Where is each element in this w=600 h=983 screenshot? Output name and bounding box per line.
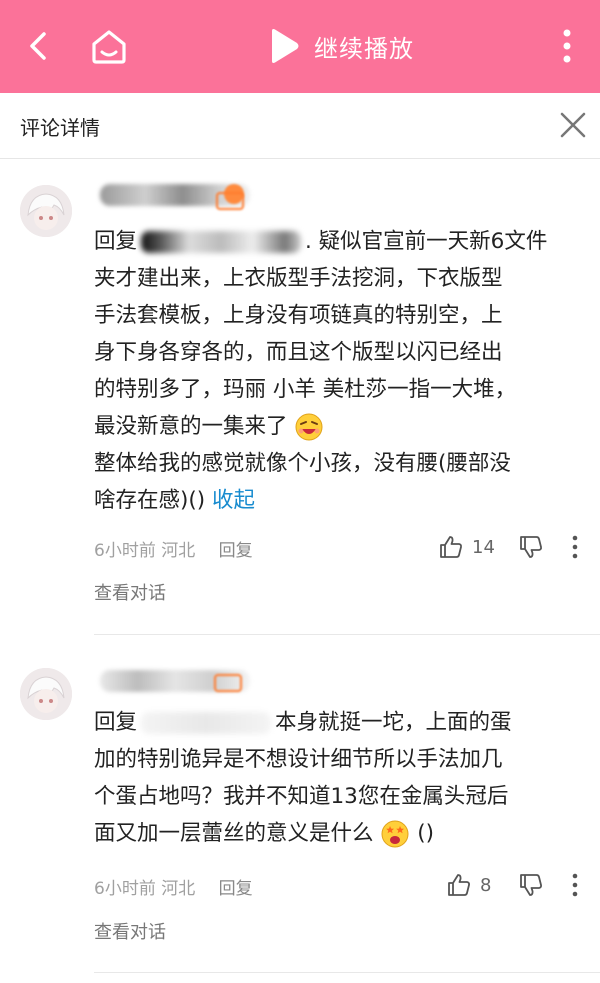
timestamp: 6小时前 [94, 879, 156, 899]
level-badge [214, 674, 242, 692]
continue-play-label: 继续播放 [314, 34, 414, 63]
comment-line: 面又加一层蕾丝的意义是什么 [94, 821, 374, 846]
view-conversation-link[interactable]: 查看对话 [94, 579, 166, 605]
like-button[interactable]: 8 [446, 872, 491, 898]
divider [94, 634, 600, 635]
reply-button[interactable]: 回复 [219, 879, 253, 899]
comment-line: 个蛋占地吗？我并不知道13您在金属头冠后 [94, 784, 509, 809]
thumbs-up-icon [448, 874, 470, 896]
more-vertical-icon[interactable] [552, 26, 582, 66]
like-button[interactable]: 14 [438, 534, 495, 560]
reply-button[interactable]: 回复 [219, 541, 253, 561]
close-icon[interactable] [558, 110, 588, 140]
level-badge-frame [216, 192, 244, 210]
view-conversation-link[interactable]: 查看对话 [94, 918, 166, 944]
reply-prefix: 回复 [94, 229, 138, 254]
location: 河北 [161, 541, 196, 561]
collapse-link[interactable]: 收起 [212, 488, 255, 513]
comment-line: 加的特别诡异是不想设计细节所以手法加几 [94, 747, 503, 772]
comment-line: 本身就挺一坨，上面的蛋 [275, 710, 512, 735]
comment-line: 的特别多了，玛丽 小羊 美杜莎一指一大堆， [94, 377, 517, 402]
reply-target-redacted[interactable] [141, 231, 302, 253]
laughing-emoji-icon [295, 413, 323, 441]
more-vertical-icon[interactable] [571, 872, 579, 898]
page-title: 评论详情 [20, 116, 100, 140]
comment-line: 手法套模板，上身没有项链真的特别空，上 [94, 303, 503, 328]
comment-body: 回复 . 疑似官宣前一天新6文件 夹才建出来，上衣版型手法挖洞，下衣版型 手法套模… [94, 223, 584, 519]
play-icon [272, 29, 299, 63]
thumbs-up-icon [440, 536, 462, 558]
reply-target-redacted[interactable] [141, 712, 272, 734]
thumbs-down-icon[interactable] [518, 872, 544, 898]
home-tv-icon[interactable] [88, 26, 130, 66]
comment-line: 身下身各穿各的，而且这个版型以闪已经出 [94, 340, 503, 365]
thumbs-down-icon[interactable] [518, 534, 544, 560]
comment-meta: 6小时前 河北 回复 [94, 874, 253, 899]
like-count: 8 [480, 874, 492, 896]
divider [94, 972, 600, 973]
reply-prefix: 回复 [94, 710, 138, 735]
location: 河北 [161, 879, 196, 899]
timestamp: 6小时前 [94, 541, 156, 561]
comment-body: 回复 本身就挺一坨，上面的蛋 加的特别诡异是不想设计细节所以手法加几 个蛋占地吗？… [94, 704, 584, 852]
chevron-left-icon[interactable] [20, 26, 60, 66]
comment-detail-header: 评论详情 [0, 93, 600, 159]
like-count: 14 [472, 536, 495, 558]
avatar[interactable] [20, 185, 72, 237]
comment-line: 最没新意的一集来了 [94, 414, 288, 439]
comment-meta: 6小时前 河北 回复 [94, 536, 253, 561]
comment-line: 啥存在感)() [94, 488, 206, 513]
comment-line: . 疑似官宣前一天新6文件 [305, 229, 548, 254]
avatar[interactable] [20, 668, 72, 720]
top-bar: 继续播放 [0, 0, 600, 93]
comment-line: () [417, 821, 434, 846]
excited-emoji-icon [381, 820, 409, 848]
comment-line: 夹才建出来，上衣版型手法挖洞，下衣版型 [94, 266, 503, 291]
more-vertical-icon[interactable] [571, 534, 579, 560]
continue-play-button[interactable]: 继续播放 [268, 26, 414, 66]
comment-line: 整体给我的感觉就像个小孩，没有腰(腰部没 [94, 451, 511, 476]
